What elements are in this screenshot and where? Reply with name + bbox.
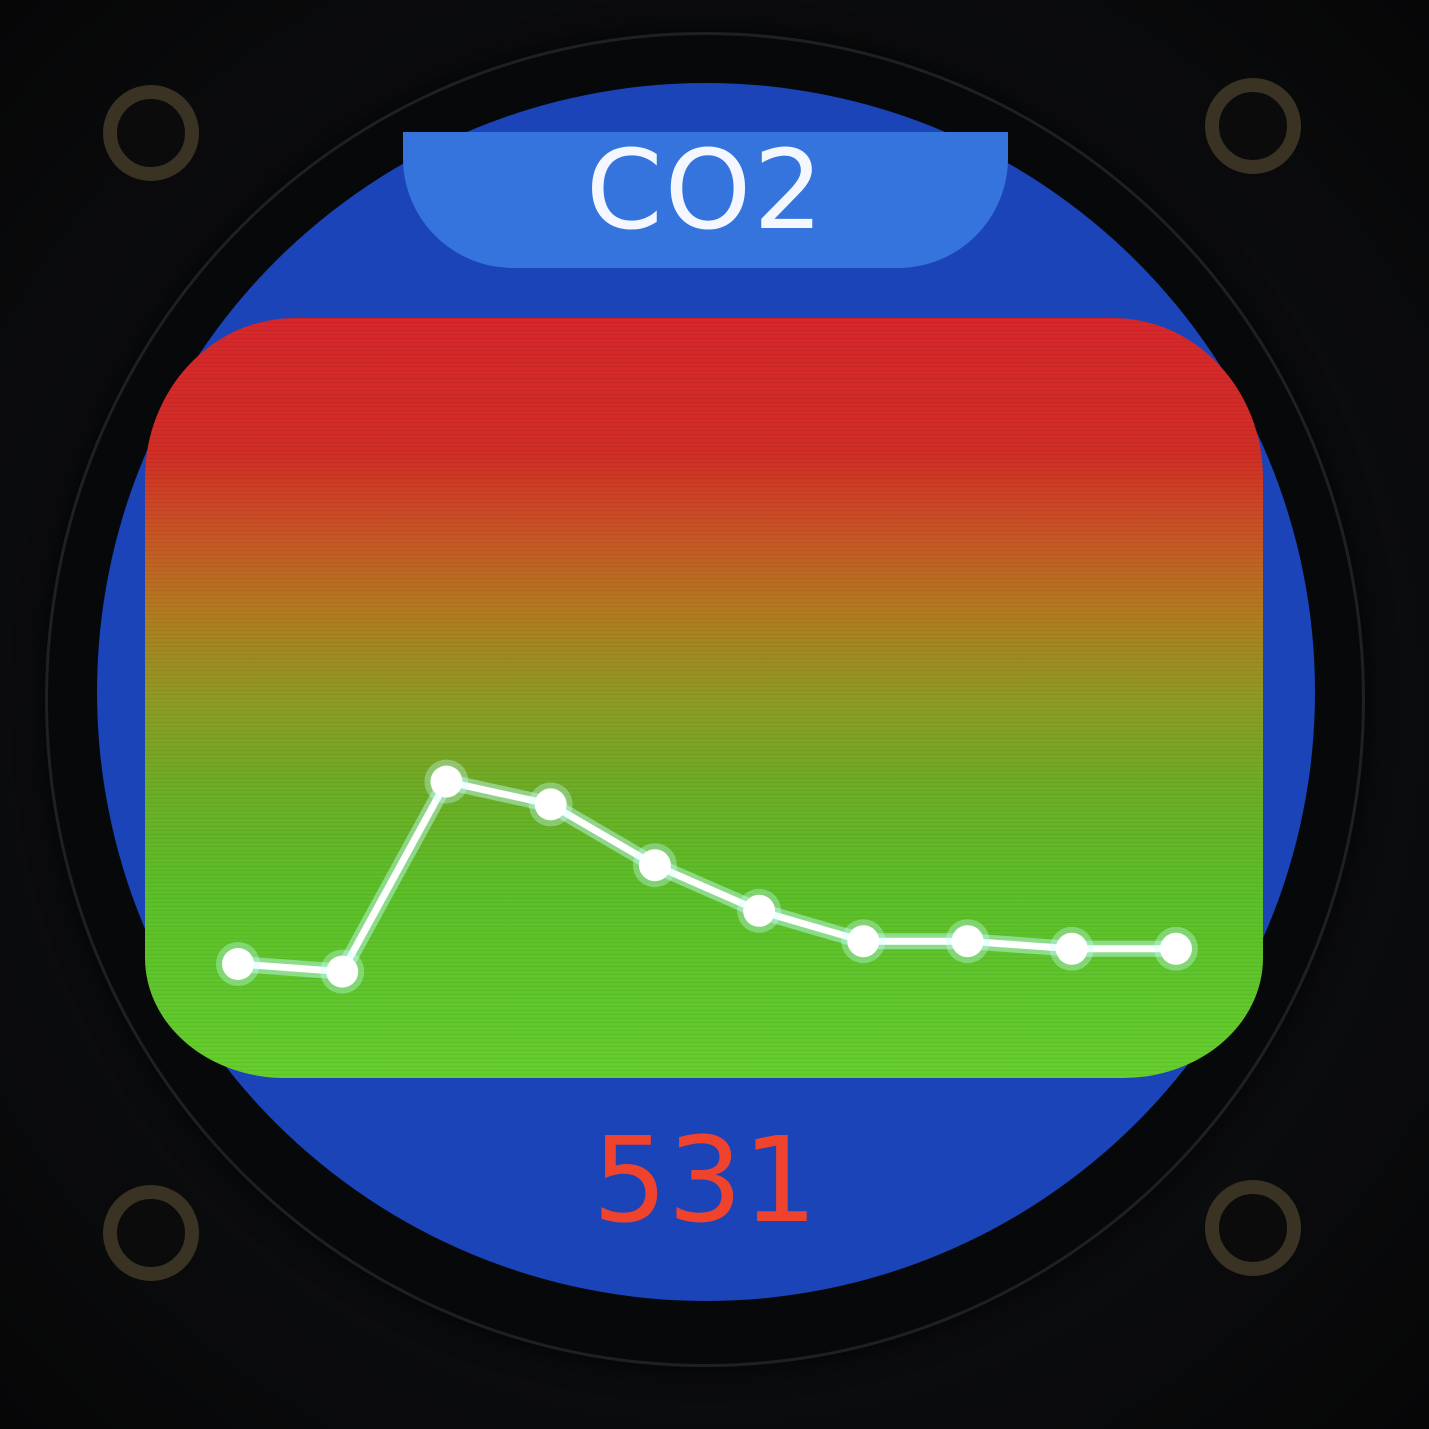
- data-point-7: [847, 925, 880, 958]
- current-co2-value: 531: [592, 1111, 818, 1249]
- data-point-1: [222, 948, 254, 980]
- data-point-8: [951, 925, 984, 958]
- data-point-2: [326, 955, 359, 988]
- data-point-5: [638, 849, 671, 882]
- data-point-3: [430, 765, 463, 798]
- data-point-9: [1055, 932, 1088, 965]
- data-point-6: [743, 894, 776, 927]
- data-point-10: [1160, 932, 1192, 965]
- device-photo: CO2 531: [0, 0, 1429, 1429]
- data-point-4: [534, 788, 567, 821]
- series-line: [237, 778, 1176, 976]
